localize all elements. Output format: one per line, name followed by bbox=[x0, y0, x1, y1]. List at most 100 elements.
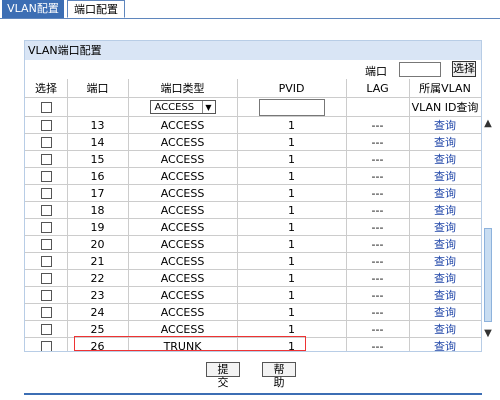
vlan-query-link[interactable]: 查询 bbox=[409, 134, 481, 150]
vlan-query-link[interactable]: 查询 bbox=[409, 321, 481, 337]
port-cell: 15 bbox=[90, 152, 105, 166]
row-select-cell bbox=[25, 270, 67, 286]
chevron-down-icon[interactable]: ▼ bbox=[481, 328, 495, 340]
row-checkbox[interactable] bbox=[40, 221, 52, 233]
pvid-cell: 1 bbox=[288, 237, 295, 251]
row-select-cell bbox=[25, 185, 67, 201]
vlan-query-link[interactable]: 查询 bbox=[409, 151, 481, 167]
table-row: 19 ACCESS 1 --- 查询 bbox=[25, 219, 481, 236]
table-row: 16 ACCESS 1 --- 查询 bbox=[25, 168, 481, 185]
row-select-cell bbox=[25, 134, 67, 150]
port-type-cell: ACCESS bbox=[160, 152, 205, 166]
help-button[interactable]: 帮助 bbox=[262, 362, 296, 389]
row-checkbox[interactable] bbox=[40, 323, 52, 335]
scrollbar-thumb[interactable] bbox=[484, 228, 492, 322]
filter-row: ACCESS ▼ VLAN ID查询 bbox=[25, 98, 481, 117]
header-port-type: 端口类型 bbox=[160, 82, 205, 95]
table-row: 15 ACCESS 1 --- 查询 bbox=[25, 151, 481, 168]
tab-vlan-config[interactable]: VLAN配置 bbox=[2, 0, 64, 18]
table-row: 17 ACCESS 1 --- 查询 bbox=[25, 185, 481, 202]
port-type-filter-cell: ACCESS ▼ bbox=[128, 98, 237, 116]
row-checkbox[interactable] bbox=[40, 340, 52, 351]
port-search-input[interactable] bbox=[399, 62, 441, 77]
vlan-query-link[interactable]: 查询 bbox=[409, 236, 481, 252]
lag-cell: --- bbox=[371, 271, 384, 285]
submit-button[interactable]: 提交 bbox=[206, 362, 240, 389]
vlan-query-link[interactable]: 查询 bbox=[409, 270, 481, 286]
vlan-query-link[interactable]: 查询 bbox=[409, 185, 481, 201]
port-table: 选择 端口 端口类型 PVID LAG 所属VLAN ACCESS ▼ VLAN… bbox=[25, 79, 481, 351]
table-scrollbar[interactable]: ▲ ▼ bbox=[481, 118, 495, 348]
pvid-cell: 1 bbox=[288, 152, 295, 166]
port-cell: 16 bbox=[90, 169, 105, 183]
chevron-up-icon[interactable]: ▲ bbox=[481, 118, 495, 130]
lag-cell: --- bbox=[371, 118, 384, 132]
row-checkbox[interactable] bbox=[40, 153, 52, 165]
port-cell: 25 bbox=[90, 322, 105, 336]
table-row: 23 ACCESS 1 --- 查询 bbox=[25, 287, 481, 304]
port-search-row: 端口 选择 bbox=[25, 60, 481, 79]
column-divider bbox=[346, 79, 347, 351]
table-row: 18 ACCESS 1 --- 查询 bbox=[25, 202, 481, 219]
row-select-cell bbox=[25, 219, 67, 235]
row-select-cell bbox=[25, 117, 67, 133]
row-checkbox[interactable] bbox=[40, 306, 52, 318]
row-select-cell bbox=[25, 253, 67, 269]
row-checkbox[interactable] bbox=[40, 289, 52, 301]
pvid-input[interactable] bbox=[258, 98, 325, 116]
port-type-cell: ACCESS bbox=[160, 118, 205, 132]
pvid-cell: 1 bbox=[288, 322, 295, 336]
lag-cell: --- bbox=[371, 186, 384, 200]
lag-cell: --- bbox=[371, 203, 384, 217]
pvid-cell: 1 bbox=[288, 169, 295, 183]
vlan-query-link[interactable]: 查询 bbox=[409, 287, 481, 303]
row-select-cell bbox=[25, 321, 67, 337]
footer-divider bbox=[24, 393, 482, 395]
vlan-query-link[interactable]: 查询 bbox=[409, 304, 481, 320]
select-all-cell bbox=[25, 98, 67, 116]
vlan-query-link[interactable]: 查询 bbox=[409, 338, 481, 351]
port-type-select[interactable]: ACCESS ▼ bbox=[149, 100, 216, 114]
select-all-checkbox[interactable] bbox=[40, 101, 52, 113]
pvid-filter-cell bbox=[237, 98, 346, 116]
row-checkbox[interactable] bbox=[40, 187, 52, 199]
port-type-cell: ACCESS bbox=[160, 322, 205, 336]
header-port: 端口 bbox=[86, 82, 109, 95]
header-pvid: PVID bbox=[278, 81, 305, 95]
lag-cell: --- bbox=[371, 322, 384, 336]
table-row: 21 ACCESS 1 --- 查询 bbox=[25, 253, 481, 270]
row-select-cell bbox=[25, 202, 67, 218]
port-type-cell: ACCESS bbox=[160, 135, 205, 149]
row-checkbox[interactable] bbox=[40, 238, 52, 250]
lag-cell: --- bbox=[371, 305, 384, 319]
port-type-cell: ACCESS bbox=[160, 186, 205, 200]
port-type-cell: ACCESS bbox=[160, 220, 205, 234]
table-row: 14 ACCESS 1 --- 查询 bbox=[25, 134, 481, 151]
port-type-cell: ACCESS bbox=[160, 271, 205, 285]
port-type-cell: ACCESS bbox=[160, 305, 205, 319]
port-cell: 17 bbox=[90, 186, 105, 200]
row-checkbox[interactable] bbox=[40, 272, 52, 284]
vlan-query-link[interactable]: 查询 bbox=[409, 117, 481, 133]
vlan-query-link[interactable]: 查询 bbox=[409, 168, 481, 184]
select-button[interactable]: 选择 bbox=[452, 61, 476, 77]
table-header: 选择 端口 端口类型 PVID LAG 所属VLAN bbox=[25, 79, 481, 98]
port-cell: 21 bbox=[90, 254, 105, 268]
row-checkbox[interactable] bbox=[40, 255, 52, 267]
pvid-cell: 1 bbox=[288, 186, 295, 200]
table-body: 13 ACCESS 1 --- 查询 14 ACCESS 1 --- 查询 15 ACCESS 1 ---… bbox=[25, 117, 481, 351]
row-checkbox[interactable] bbox=[40, 136, 52, 148]
row-checkbox[interactable] bbox=[40, 119, 52, 131]
vlan-query-link[interactable]: 查询 bbox=[409, 202, 481, 218]
vlan-query-link[interactable]: 查询 bbox=[409, 253, 481, 269]
column-divider bbox=[409, 79, 410, 351]
row-checkbox[interactable] bbox=[40, 204, 52, 216]
port-cell: 14 bbox=[90, 135, 105, 149]
vlan-id-query-label: VLAN ID查询 bbox=[411, 101, 479, 114]
vlan-query-link[interactable]: 查询 bbox=[409, 219, 481, 235]
pvid-cell: 1 bbox=[288, 220, 295, 234]
port-cell: 13 bbox=[90, 118, 105, 132]
tab-port-config[interactable]: 端口配置 bbox=[67, 0, 125, 18]
port-type-cell: ACCESS bbox=[160, 169, 205, 183]
row-checkbox[interactable] bbox=[40, 170, 52, 182]
